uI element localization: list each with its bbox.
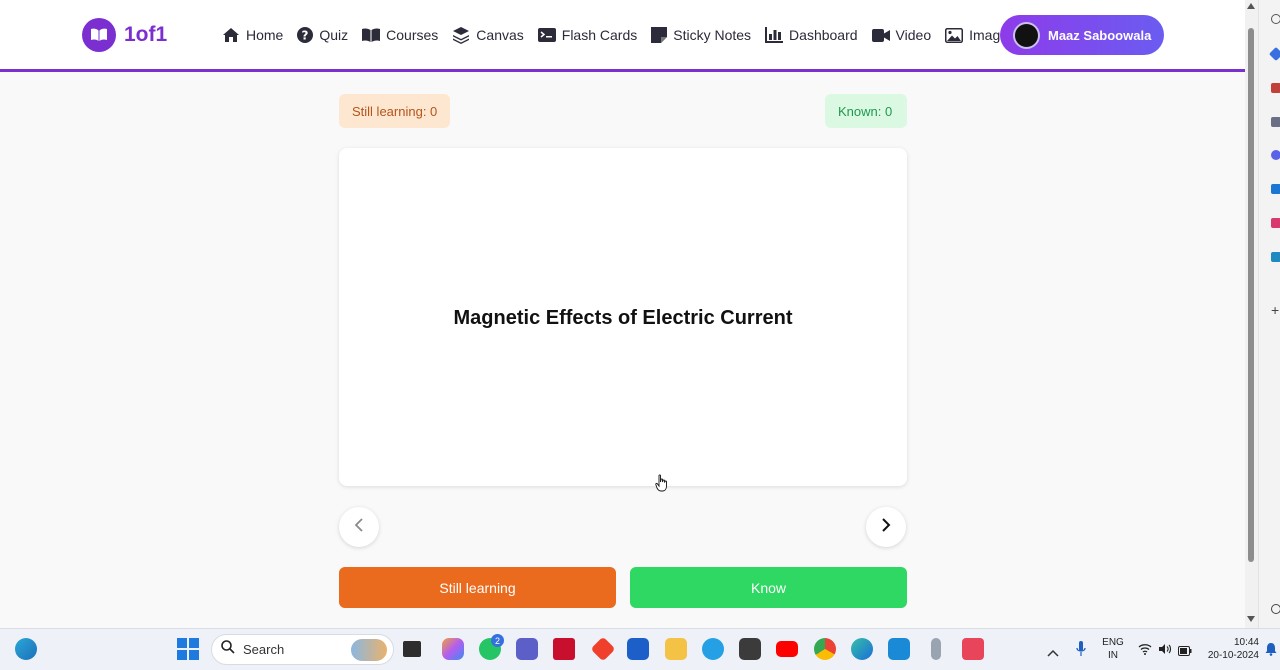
search-icon	[221, 640, 235, 659]
known-count-badge: Known: 0	[825, 94, 907, 128]
nav-video[interactable]: Video	[871, 24, 932, 46]
nav-quiz-label: Quiz	[319, 27, 349, 43]
nav-home[interactable]: Home	[222, 24, 283, 46]
mcafee-icon[interactable]	[553, 638, 575, 660]
git-diamond-icon[interactable]	[590, 636, 616, 662]
sticky-note-icon	[651, 27, 668, 43]
book-icon	[362, 28, 381, 42]
speaker-icon[interactable]	[1158, 642, 1172, 660]
clock-time: 10:44	[1233, 637, 1259, 648]
snipping-tool-icon[interactable]	[962, 638, 984, 660]
nav-dashboard[interactable]: Dashboard	[765, 24, 858, 46]
browser-side-panel: +	[1258, 0, 1280, 628]
youtube-icon[interactable]	[776, 641, 798, 657]
scroll-thumb[interactable]	[1248, 28, 1254, 562]
user-menu-button[interactable]: Maaz Saboowala	[1000, 15, 1164, 55]
nav-flash-cards-label: Flash Cards	[561, 27, 638, 43]
language-indicator[interactable]: ENG IN	[1101, 636, 1125, 662]
nav-sticky-notes-label: Sticky Notes	[673, 27, 752, 43]
teams-icon[interactable]	[516, 638, 538, 660]
nav-image[interactable]: Image	[945, 24, 1008, 46]
nav-canvas-label: Canvas	[476, 27, 524, 43]
page-scrollbar[interactable]	[1245, 0, 1258, 628]
chevron-left-icon	[354, 517, 364, 537]
question-circle-icon: ?	[297, 27, 314, 43]
nav-home-label: Home	[246, 27, 284, 43]
toolbox-icon[interactable]	[1271, 83, 1280, 93]
copilot-icon[interactable]	[1271, 150, 1280, 160]
widgets-icon[interactable]	[15, 638, 37, 660]
language-code: ENG	[1102, 637, 1124, 648]
hand-cursor-icon	[655, 474, 669, 497]
home-icon	[222, 27, 240, 43]
scroll-down-arrow-icon[interactable]	[1247, 616, 1255, 622]
notification-bell-icon[interactable]	[1265, 642, 1277, 661]
search-label: Search	[243, 642, 285, 657]
microphone-icon[interactable]	[1076, 641, 1086, 662]
nav-courses[interactable]: Courses	[362, 24, 438, 46]
app-header: 1of1 Home ? Quiz Courses Canvas Flash Ca…	[0, 0, 1245, 72]
nav-sticky-notes[interactable]: Sticky Notes	[651, 24, 751, 46]
image-icon	[945, 27, 964, 43]
video-camera-icon	[871, 28, 890, 42]
user-name: Maaz Saboowala	[1048, 27, 1152, 43]
still-learning-button[interactable]: Still learning	[339, 567, 616, 608]
microsoft-store-icon[interactable]	[627, 638, 649, 660]
nav-dashboard-label: Dashboard	[789, 27, 858, 43]
wifi-icon[interactable]	[1138, 642, 1152, 660]
next-card-button[interactable]	[866, 507, 906, 547]
system-clock[interactable]: 10:44 20-10-2024	[1208, 636, 1259, 662]
copilot-app-icon[interactable]	[442, 638, 464, 660]
person-icon[interactable]	[1271, 117, 1280, 127]
battery-icon[interactable]	[1178, 643, 1192, 661]
gear-icon[interactable]	[1271, 604, 1280, 614]
help-app-icon[interactable]	[702, 638, 724, 660]
printer-app-icon[interactable]	[739, 638, 761, 660]
chevron-up-icon[interactable]	[1047, 644, 1059, 662]
app-logo[interactable]: 1of1	[82, 18, 167, 52]
nav-flash-cards[interactable]: Flash Cards	[537, 24, 638, 46]
bar-chart-icon	[765, 27, 784, 43]
diamond-extension-icon[interactable]	[1268, 46, 1280, 62]
know-button[interactable]: Know	[630, 567, 907, 608]
nav-courses-label: Courses	[386, 27, 439, 43]
vscode-icon[interactable]	[888, 638, 910, 660]
voice-recorder-icon[interactable]	[931, 638, 941, 660]
add-icon[interactable]: +	[1271, 303, 1280, 317]
windows-taskbar: Search 2 ENG IN 10:44 20-10-2024	[0, 628, 1280, 670]
send-icon[interactable]	[1271, 252, 1280, 262]
layers-icon	[452, 26, 470, 44]
notification-count-badge: 2	[491, 634, 504, 647]
flashcard[interactable]: Magnetic Effects of Electric Current	[339, 148, 907, 486]
nav-video-label: Video	[895, 27, 932, 43]
avatar	[1013, 21, 1040, 49]
file-explorer-icon[interactable]	[665, 638, 687, 660]
nav-quiz[interactable]: ? Quiz	[297, 24, 348, 46]
terminal-card-icon	[537, 28, 556, 42]
edge-icon[interactable]	[851, 638, 873, 660]
svg-text:?: ?	[302, 29, 309, 43]
search-icon[interactable]	[1271, 14, 1280, 24]
logo-text: 1of1	[124, 23, 168, 46]
taskbar-search-box[interactable]: Search	[211, 634, 394, 665]
clock-date: 20-10-2024	[1207, 650, 1259, 661]
search-highlight-icon	[351, 639, 387, 661]
windows-start-icon[interactable]	[177, 638, 199, 660]
previous-card-button[interactable]	[339, 507, 379, 547]
main-nav: Home ? Quiz Courses Canvas Flash Cards S…	[222, 24, 1008, 46]
scroll-up-arrow-icon[interactable]	[1247, 3, 1255, 9]
nav-canvas[interactable]: Canvas	[452, 24, 524, 46]
office-icon[interactable]	[1271, 218, 1280, 228]
chevron-right-icon	[881, 517, 891, 537]
region-code: IN	[1108, 650, 1118, 661]
flashcard-term: Magnetic Effects of Electric Current	[453, 306, 793, 329]
chrome-icon[interactable]	[814, 638, 836, 660]
still-learning-count-badge: Still learning: 0	[339, 94, 451, 128]
task-view-icon[interactable]	[403, 641, 421, 657]
open-book-logo-icon	[82, 18, 116, 52]
outlook-icon[interactable]	[1271, 184, 1280, 194]
